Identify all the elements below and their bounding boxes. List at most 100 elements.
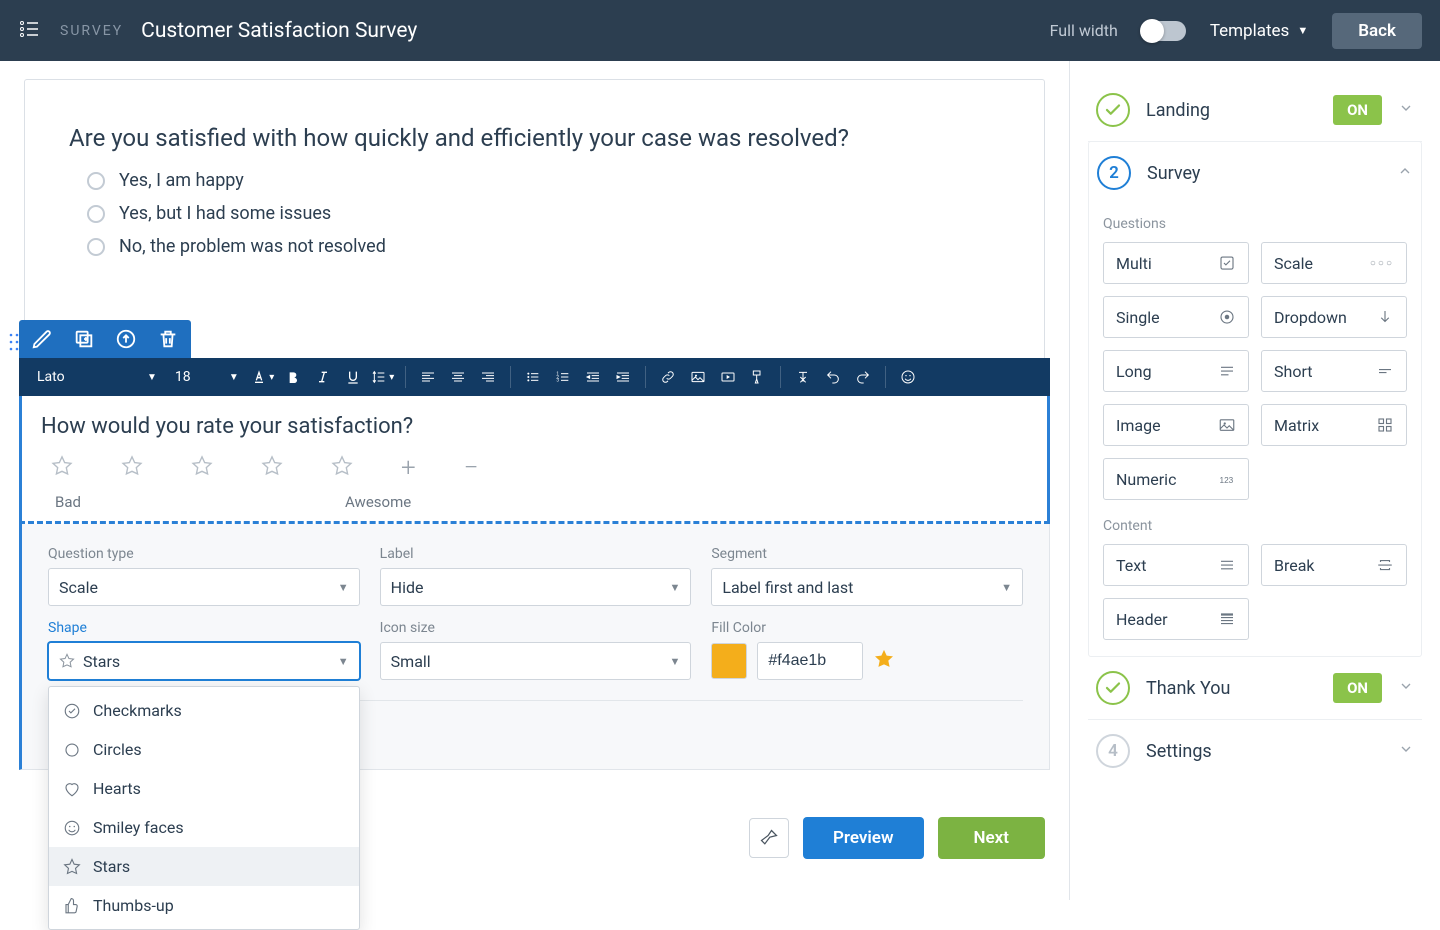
q1-option-2-label: Yes, but I had some issues xyxy=(119,203,331,224)
preview-button[interactable]: Preview xyxy=(803,817,924,859)
fullwidth-toggle[interactable] xyxy=(1142,21,1186,41)
shape-option-label: Stars xyxy=(93,857,130,876)
star-4-icon[interactable] xyxy=(261,455,283,481)
qtype-long[interactable]: Long xyxy=(1103,350,1249,392)
qtype-dropdown[interactable]: Dropdown xyxy=(1261,296,1407,338)
star-1-icon[interactable] xyxy=(51,455,73,481)
chevron-down-icon xyxy=(1398,678,1414,698)
align-right-icon[interactable] xyxy=(474,363,502,391)
templates-dropdown[interactable]: Templates ▼ xyxy=(1210,21,1308,41)
back-button[interactable]: Back xyxy=(1332,13,1422,49)
content-break[interactable]: Break xyxy=(1261,544,1407,586)
qtype-short[interactable]: Short xyxy=(1261,350,1407,392)
chevron-down-icon: ▼ xyxy=(669,581,680,594)
star-5-icon[interactable] xyxy=(331,455,353,481)
star-2-icon[interactable] xyxy=(121,455,143,481)
indent-icon[interactable] xyxy=(609,363,637,391)
question-2-edit-area: How would you rate your satisfaction? + … xyxy=(19,396,1050,521)
lineheight-icon[interactable]: ▾ xyxy=(369,363,397,391)
underline-icon[interactable] xyxy=(339,363,367,391)
qtype-multi[interactable]: Multi xyxy=(1103,242,1249,284)
shape-option-smiley[interactable]: Smiley faces xyxy=(49,808,359,847)
shape-option-thumbs[interactable]: Thumbs-up xyxy=(49,886,359,925)
step-number: 2 xyxy=(1097,156,1131,190)
shape-option-hearts[interactable]: Hearts xyxy=(49,769,359,808)
segment-label: Segment xyxy=(711,546,1023,562)
align-center-icon[interactable] xyxy=(444,363,472,391)
qtype-image[interactable]: Image xyxy=(1103,404,1249,446)
qtype-numeric[interactable]: Numeric xyxy=(1103,458,1249,500)
image-icon[interactable] xyxy=(684,363,712,391)
clear-button[interactable] xyxy=(749,818,789,858)
check-icon xyxy=(1096,93,1130,127)
italic-icon[interactable] xyxy=(309,363,337,391)
star-3-icon[interactable] xyxy=(191,455,213,481)
color-swatch[interactable] xyxy=(711,643,747,679)
content-label: Text xyxy=(1116,556,1146,575)
shape-option-label: Thumbs-up xyxy=(93,896,174,915)
bold-icon[interactable] xyxy=(279,363,307,391)
emoji-icon[interactable] xyxy=(894,363,922,391)
list-icon[interactable] xyxy=(18,17,42,45)
shape-select[interactable]: Stars ▼ xyxy=(48,642,360,680)
move-up-icon[interactable] xyxy=(115,328,137,350)
clear-format-icon[interactable] xyxy=(789,363,817,391)
qtype-label: Matrix xyxy=(1274,416,1319,435)
iconsize-select[interactable]: Small▼ xyxy=(380,642,692,680)
edit-icon[interactable] xyxy=(31,328,53,350)
chevron-down-icon xyxy=(1398,741,1414,761)
chevron-down-icon: ▼ xyxy=(338,655,349,668)
thankyou-label: Thank You xyxy=(1146,678,1317,699)
shape-option-stars[interactable]: Stars xyxy=(49,847,359,886)
rte-toolbar: Lato▼ 18▼ ▾ ▾ xyxy=(19,358,1050,396)
fillcolor-label: Fill Color xyxy=(711,620,1023,636)
scale-label-high[interactable]: Awesome xyxy=(345,493,411,511)
q1-option-3[interactable]: No, the problem was not resolved xyxy=(69,236,1000,257)
fillcolor-input[interactable] xyxy=(757,642,863,680)
sidebar-step-landing[interactable]: Landing ON xyxy=(1088,79,1422,142)
fontsize-select[interactable]: 18▼ xyxy=(167,369,247,385)
shape-option-checkmarks[interactable]: Checkmarks xyxy=(49,691,359,730)
outdent-icon[interactable] xyxy=(579,363,607,391)
label-select[interactable]: Hide▼ xyxy=(380,568,692,606)
delete-icon[interactable] xyxy=(157,328,179,350)
chevron-down-icon: ▼ xyxy=(669,655,680,668)
sidebar-step-survey[interactable]: 2 Survey xyxy=(1089,142,1421,204)
drag-handle-icon[interactable] xyxy=(7,332,21,356)
sidebar-step-thankyou[interactable]: Thank You ON xyxy=(1088,657,1422,720)
q1-option-2[interactable]: Yes, but I had some issues xyxy=(69,203,1000,224)
shape-option-label: Checkmarks xyxy=(93,701,182,720)
text-color-icon[interactable]: ▾ xyxy=(249,363,277,391)
content-label: Break xyxy=(1274,556,1315,575)
question-2-title[interactable]: How would you rate your satisfaction? xyxy=(41,414,1028,439)
qtype-matrix[interactable]: Matrix xyxy=(1261,404,1407,446)
landing-label: Landing xyxy=(1146,100,1317,121)
shape-option-circles[interactable]: Circles xyxy=(49,730,359,769)
add-star-icon[interactable]: + xyxy=(401,453,416,483)
content-text[interactable]: Text xyxy=(1103,544,1249,586)
q1-option-3-label: No, the problem was not resolved xyxy=(119,236,386,257)
segment-select[interactable]: Label first and last▼ xyxy=(711,568,1023,606)
number-list-icon[interactable] xyxy=(549,363,577,391)
qtype-label: Question type xyxy=(48,546,360,562)
next-button[interactable]: Next xyxy=(938,817,1046,859)
remove-star-icon[interactable]: − xyxy=(464,453,479,483)
redo-icon[interactable] xyxy=(849,363,877,391)
q1-option-1[interactable]: Yes, I am happy xyxy=(69,170,1000,191)
bullet-list-icon[interactable] xyxy=(519,363,547,391)
paint-format-icon[interactable] xyxy=(744,363,772,391)
font-select[interactable]: Lato▼ xyxy=(29,369,165,385)
qtype-select[interactable]: Scale▼ xyxy=(48,568,360,606)
qtype-single[interactable]: Single xyxy=(1103,296,1249,338)
video-icon[interactable] xyxy=(714,363,742,391)
segment-value: Label first and last xyxy=(722,578,853,597)
content-label: Header xyxy=(1116,610,1168,629)
duplicate-icon[interactable] xyxy=(73,328,95,350)
sidebar-step-settings[interactable]: 4 Settings xyxy=(1088,720,1422,782)
qtype-scale[interactable]: Scale○○○ xyxy=(1261,242,1407,284)
undo-icon[interactable] xyxy=(819,363,847,391)
scale-label-low[interactable]: Bad xyxy=(55,493,345,511)
link-icon[interactable] xyxy=(654,363,682,391)
align-left-icon[interactable] xyxy=(414,363,442,391)
content-header[interactable]: Header xyxy=(1103,598,1249,640)
